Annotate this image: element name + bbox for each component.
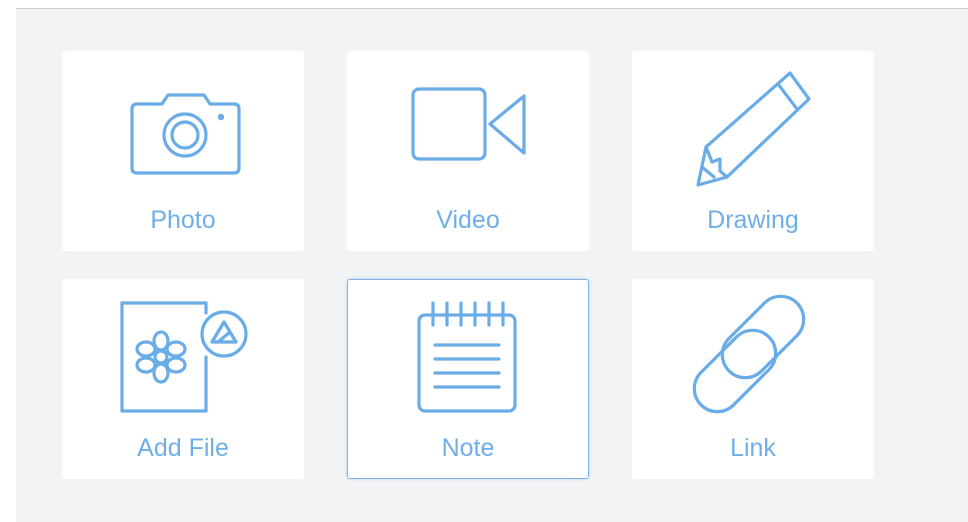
- add-file-label: Add File: [137, 434, 229, 462]
- link-chain-icon: [692, 294, 806, 414]
- video-camera-icon: [411, 87, 526, 161]
- notepad-icon: [417, 301, 517, 413]
- photo-label: Photo: [150, 206, 216, 234]
- note-option-tile[interactable]: Note: [347, 279, 589, 479]
- pencil-icon: [696, 71, 811, 187]
- photo-option-tile[interactable]: Photo: [62, 51, 304, 251]
- link-label: Link: [730, 434, 776, 462]
- drawing-label: Drawing: [707, 206, 799, 234]
- note-label: Note: [441, 434, 495, 462]
- add-file-option-tile[interactable]: Add File: [62, 279, 304, 479]
- drawing-option-tile[interactable]: Drawing: [632, 51, 874, 251]
- link-option-tile[interactable]: Link: [632, 279, 874, 479]
- flower-icon: [135, 330, 187, 384]
- left-margin: [0, 0, 16, 522]
- video-option-tile[interactable]: Video: [347, 51, 589, 251]
- file-with-drive-icon: [120, 301, 248, 413]
- video-label: Video: [436, 206, 500, 234]
- camera-icon: [130, 93, 241, 175]
